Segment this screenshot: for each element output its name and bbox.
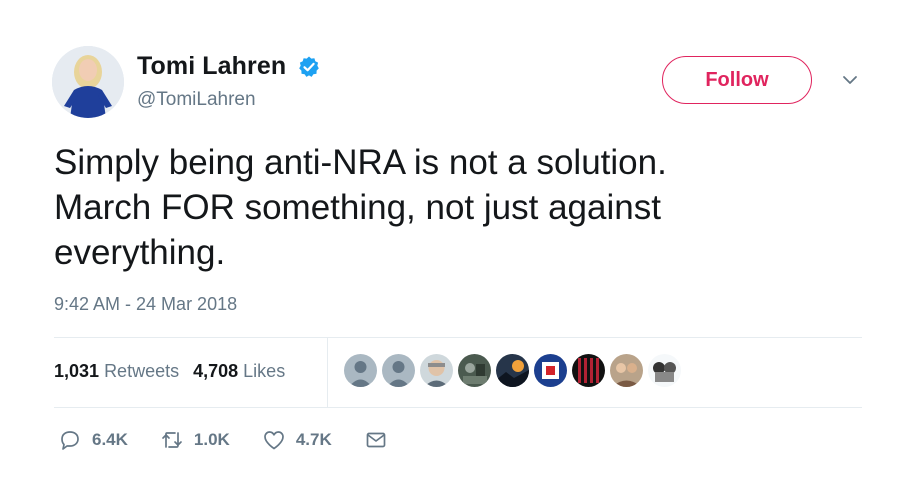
liker-avatar[interactable] bbox=[496, 354, 529, 387]
divider-top bbox=[54, 337, 862, 338]
chevron-down-icon[interactable] bbox=[840, 72, 860, 88]
reply-icon bbox=[61, 431, 79, 450]
tweet-text: Simply being anti-NRA is not a solution.… bbox=[54, 143, 667, 272]
like-count: 4.7K bbox=[295, 430, 332, 449]
divider-bottom bbox=[54, 407, 862, 408]
liker-avatar[interactable] bbox=[344, 354, 377, 387]
liker-avatar[interactable] bbox=[648, 354, 681, 387]
direct-message-button[interactable] bbox=[364, 428, 388, 452]
reply-button[interactable]: 6.4K bbox=[58, 428, 128, 452]
liker-avatar[interactable] bbox=[458, 354, 491, 387]
like-button[interactable]: 4.7K bbox=[262, 428, 332, 452]
liker-avatars bbox=[344, 354, 681, 387]
retweets-stat[interactable]: 1,031 Retweets bbox=[54, 361, 179, 382]
author-avatar[interactable] bbox=[52, 46, 124, 118]
reply-count: 6.4K bbox=[92, 430, 128, 449]
tweet-card: Tomi Lahren @TomiLahren Follow Simply be… bbox=[0, 0, 920, 494]
retweets-stat-count: 1,031 bbox=[54, 361, 100, 381]
liker-avatar[interactable] bbox=[420, 354, 453, 387]
liker-avatar[interactable] bbox=[382, 354, 415, 387]
liker-avatar[interactable] bbox=[610, 354, 643, 387]
engagement-stats: 1,031 Retweets 4,708 Likes bbox=[54, 361, 285, 382]
likes-stat-label: Likes bbox=[243, 361, 286, 381]
retweets-stat-label: Retweets bbox=[104, 361, 180, 381]
author-avatar-image bbox=[52, 46, 124, 118]
action-bar: 6.4K 1.0K 4.7K bbox=[58, 428, 420, 452]
liker-avatar[interactable] bbox=[572, 354, 605, 387]
author-handle[interactable]: @TomiLahren bbox=[137, 89, 256, 111]
liker-avatar[interactable] bbox=[534, 354, 567, 387]
retweet-icon bbox=[162, 432, 182, 448]
retweet-count: 1.0K bbox=[193, 430, 230, 449]
follow-button[interactable]: Follow bbox=[662, 56, 812, 104]
tweet-timestamp[interactable]: 9:42 AM - 24 Mar 2018 bbox=[54, 294, 237, 315]
author-display-name[interactable]: Tomi Lahren bbox=[137, 52, 286, 81]
envelope-icon bbox=[366, 432, 386, 448]
verified-badge-icon bbox=[299, 56, 319, 77]
stats-separator bbox=[327, 338, 328, 408]
retweet-button[interactable]: 1.0K bbox=[160, 428, 230, 452]
likes-stat-count: 4,708 bbox=[193, 361, 239, 381]
heart-icon bbox=[263, 431, 284, 450]
likes-stat[interactable]: 4,708 Likes bbox=[193, 361, 285, 382]
